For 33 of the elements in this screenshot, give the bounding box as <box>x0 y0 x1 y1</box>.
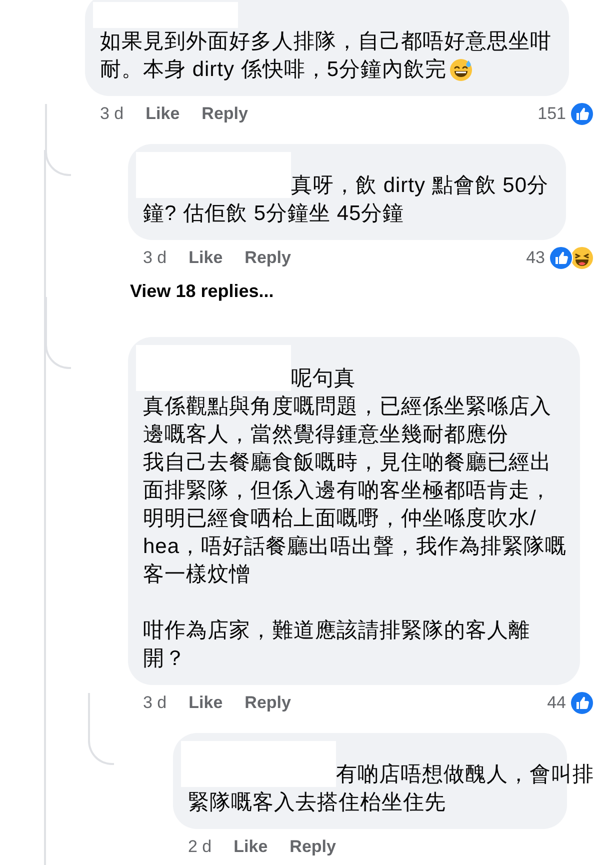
reply-link[interactable]: Reply <box>202 101 248 127</box>
comment-time: 3 d <box>143 247 167 270</box>
comment-text: 真呀，飲 dirty 點會飲 50分 <box>291 173 549 199</box>
comment-time: 2 d <box>188 836 212 858</box>
comment-text: 我自己去餐廳食飯嘅時，見住啲餐廳已經出 <box>143 450 552 476</box>
like-link[interactable]: Like <box>188 690 223 716</box>
comment-text: 真係觀點與角度嘅問題，已經係坐緊喺店入 <box>143 394 552 420</box>
comment-text: hea，唔好話餐廳出唔出聲，我作為排緊隊嘅 <box>143 534 567 560</box>
comment-text: 耐。本身 dirty 係快啡，5分鐘內飲完 <box>100 57 447 83</box>
comment-text: 面排緊隊，但係入邊有啲客坐極都唔肯走， <box>143 478 552 504</box>
comment-text: 有啲店唔想做醜人，會叫排 <box>336 762 594 788</box>
comment-time: 3 d <box>143 692 167 714</box>
comment-text: 邊嘅客人，當然覺得鍾意坐幾耐都應份 <box>143 422 508 448</box>
comment-text: 緊隊嘅客入去搭住枱坐住先 <box>188 790 446 816</box>
view-replies-link[interactable]: View 18 replies... <box>128 278 602 305</box>
reply-link[interactable]: Reply <box>244 245 291 271</box>
like-link[interactable]: Like <box>234 834 268 860</box>
comment-text: 呢句真 <box>291 366 356 392</box>
comment-text: 客一樣炆憎 <box>143 562 250 588</box>
comment-text: 開？ <box>143 646 186 672</box>
comment-text: 鐘? 估佢飲 5分鐘坐 45分鐘 <box>143 201 404 227</box>
comment-time: 3 d <box>100 103 124 126</box>
comment-text: 咁作為店家，難道應該請排緊隊的客人離 <box>143 618 530 644</box>
comment-text: 明明已經食哂枱上面嘅嘢，仲坐喺度吹水/ <box>143 506 536 532</box>
thread-connector-line <box>88 693 114 765</box>
reaction-count: 43 <box>526 247 545 270</box>
reaction-count: 151 <box>538 103 566 126</box>
like-link[interactable]: Like <box>188 245 223 271</box>
reply-link[interactable]: Reply <box>244 690 291 716</box>
reply-link[interactable]: Reply <box>290 834 336 860</box>
like-link[interactable]: Like <box>146 101 180 127</box>
comment-text: 如果見到外面好多人排隊，自己都唔好意思坐咁 <box>100 29 552 55</box>
reaction-count: 44 <box>547 692 566 714</box>
